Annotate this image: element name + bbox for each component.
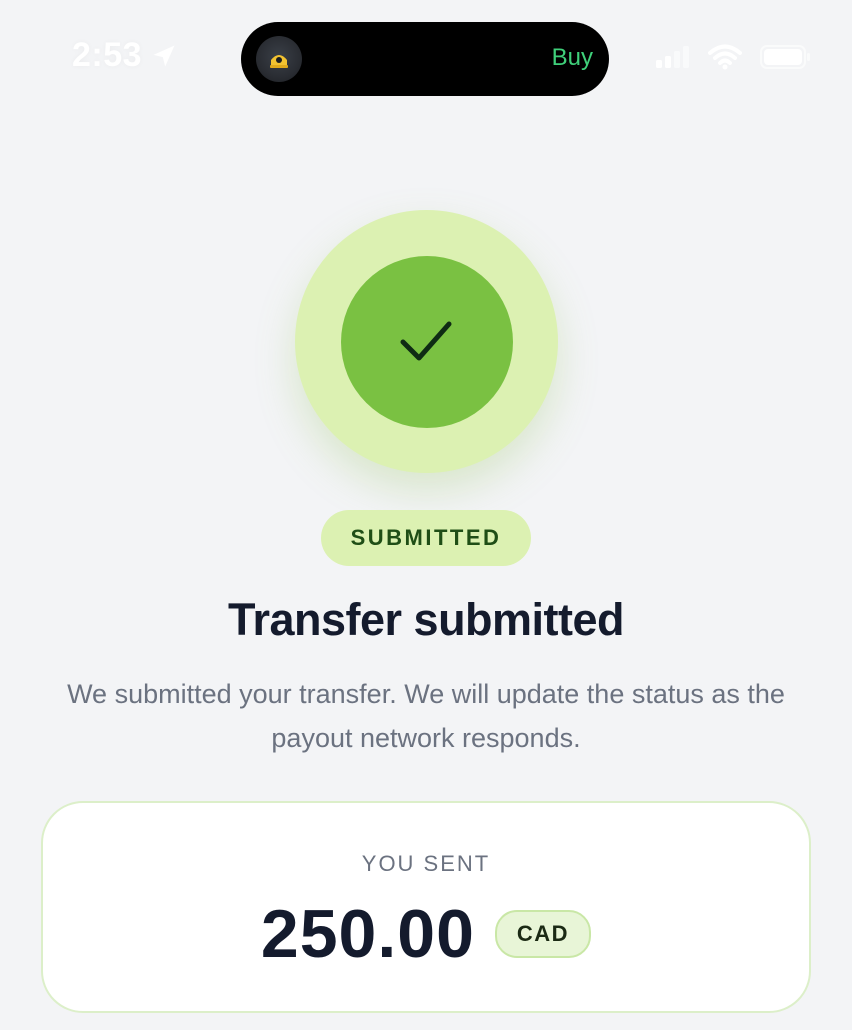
time-label: 2:53 (72, 36, 143, 74)
battery-icon (760, 45, 812, 69)
success-circle (341, 256, 513, 428)
checkmark-icon (397, 310, 457, 375)
status-bar-time: 2:53 (72, 36, 178, 75)
amount-value: 250.00 (260, 896, 475, 972)
app-icon (256, 36, 302, 82)
dynamic-island[interactable]: Buy (241, 22, 609, 96)
page-title: Transfer submitted (227, 594, 625, 645)
status-badge: SUBMITTED (321, 510, 531, 566)
wifi-icon (708, 44, 742, 70)
page-subtitle: We submitted your transfer. We will upda… (67, 679, 785, 753)
location-arrow-icon (150, 42, 178, 70)
live-activity-buy-label[interactable]: Buy (552, 44, 593, 72)
amount-row: 250.00 CAD (43, 895, 809, 973)
you-sent-label: YOU SENT (361, 851, 491, 876)
amount-card: YOU SENT 250.00 CAD (41, 801, 811, 1013)
currency-badge: CAD (494, 910, 592, 958)
status-bar-indicators (656, 44, 812, 70)
cellular-signal-icon (656, 46, 690, 68)
